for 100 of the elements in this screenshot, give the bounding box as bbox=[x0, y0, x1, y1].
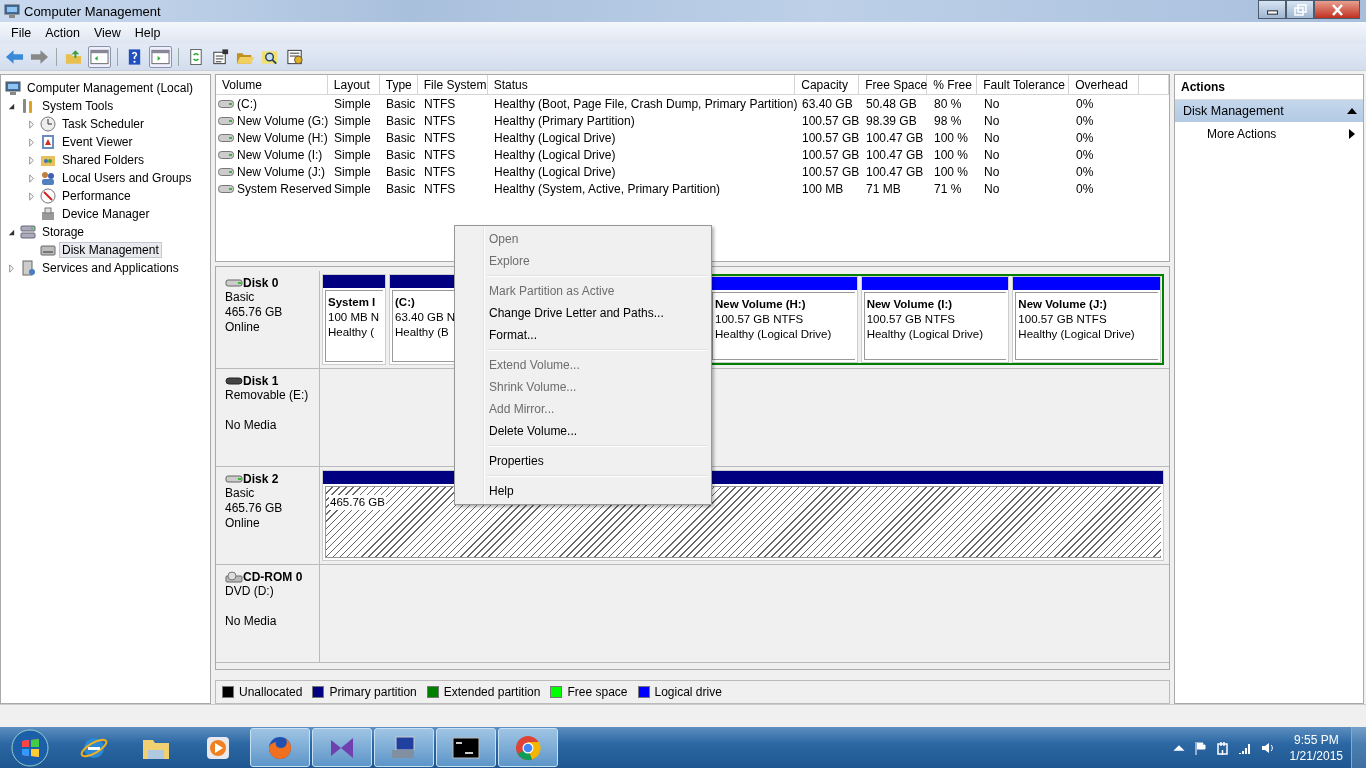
tree-item[interactable]: Performance bbox=[59, 188, 134, 204]
table-cell-text: 98 % bbox=[933, 113, 963, 128]
disk-status: Online bbox=[225, 320, 261, 335]
legend-label: Unallocated bbox=[239, 685, 303, 699]
column-header[interactable]: Type bbox=[379, 75, 418, 94]
clock-time[interactable]: 9:55 PM bbox=[1293, 731, 1339, 748]
tree-item[interactable]: System Tools bbox=[39, 98, 117, 114]
disk-name: CD-ROM 0 bbox=[243, 570, 303, 584]
table-cell-text: No bbox=[983, 147, 1001, 162]
partition-text: Healthy (B bbox=[395, 325, 449, 340]
column-header[interactable]: Layout bbox=[327, 75, 380, 94]
menu-item[interactable]: Help bbox=[457, 480, 709, 502]
menu-item[interactable]: Properties bbox=[457, 450, 709, 472]
table-cell-text: NTFS bbox=[423, 181, 457, 196]
column-header[interactable]: Status bbox=[487, 75, 796, 94]
partition-text: (C:) bbox=[395, 295, 415, 310]
tree-item[interactable]: Services and Applications bbox=[39, 260, 182, 276]
table-cell-text: 0% bbox=[1075, 96, 1095, 111]
table-cell-text: Simple bbox=[333, 181, 372, 196]
table-cell-text: 100.47 GB bbox=[865, 164, 925, 179]
disk-size: 465.76 GB bbox=[225, 305, 284, 320]
menu-item[interactable]: File bbox=[4, 26, 39, 40]
tree-item[interactable]: Storage bbox=[39, 224, 88, 240]
disk-size: 465.76 GB bbox=[225, 501, 284, 516]
tree-item[interactable]: Local Users and Groups bbox=[59, 170, 195, 186]
partition-text: Healthy (Logical Drive) bbox=[866, 327, 983, 342]
table-cell-text: No bbox=[983, 96, 1001, 111]
table-cell-text: 100 % bbox=[933, 164, 970, 179]
more-actions-link[interactable]: More Actions bbox=[1207, 127, 1277, 141]
partition[interactable]: New Volume (I:) 100.57 GB NTFS Healthy (Logical Drive) bbox=[860, 276, 1010, 363]
column-header[interactable]: Capacity bbox=[795, 75, 860, 94]
tree-item[interactable]: Device Manager bbox=[59, 206, 153, 222]
menu-item[interactable]: View bbox=[86, 26, 128, 40]
partition-text: New Volume (H:) bbox=[715, 297, 806, 312]
partition-text: Healthy ( bbox=[328, 325, 375, 340]
menu-item[interactable]: Delete Volume... bbox=[457, 420, 709, 442]
legend-label: Logical drive bbox=[654, 685, 722, 699]
table-cell-text: 98.39 GB bbox=[865, 113, 918, 128]
partition[interactable]: New Volume (H:) 100.57 GB NTFS Healthy (Logical Drive) bbox=[709, 276, 858, 363]
table-cell: (C:) bbox=[237, 96, 257, 111]
menu-item[interactable]: Action bbox=[38, 26, 87, 40]
disk-type: DVD (D:) bbox=[225, 584, 275, 599]
table-cell-text: Healthy (System, Active, Primary Partition) bbox=[493, 181, 722, 196]
partition-text: 465.76 GB bbox=[329, 495, 386, 510]
table-cell: New Volume (G:) bbox=[237, 113, 329, 128]
column-header[interactable]: File System bbox=[417, 75, 488, 94]
actions-section-header[interactable]: Disk Management bbox=[1175, 100, 1363, 122]
clock-date[interactable]: 1/21/2015 bbox=[1289, 747, 1343, 764]
table-cell-text: 100 % bbox=[933, 147, 970, 162]
table-cell-text: 0% bbox=[1075, 130, 1095, 145]
partition[interactable]: System I 100 MB N Healthy ( bbox=[322, 274, 386, 365]
column-header[interactable]: Volume bbox=[216, 75, 328, 94]
partition-text: New Volume (I:) bbox=[866, 297, 953, 312]
table-cell-text: 100.57 GB bbox=[801, 164, 860, 179]
column-header[interactable]: Overhead bbox=[1069, 75, 1140, 94]
menu-item[interactable]: Change Drive Letter and Paths... bbox=[457, 302, 709, 324]
column-header[interactable]: Free Space bbox=[859, 75, 928, 94]
tree-item[interactable]: Task Scheduler bbox=[59, 116, 148, 132]
table-cell-text: Simple bbox=[333, 113, 372, 128]
table-cell-text: Healthy (Primary Partition) bbox=[493, 113, 636, 128]
table-cell-text: 71 % bbox=[933, 181, 963, 196]
tree-item[interactable]: Disk Management bbox=[59, 242, 162, 258]
column-header[interactable]: Fault Tolerance bbox=[977, 75, 1070, 94]
partition-text: System I bbox=[328, 295, 376, 310]
partition-text: Healthy (Logical Drive) bbox=[715, 327, 832, 342]
table-cell-text: Healthy (Boot, Page File, Crash Dump, Primary Partition) bbox=[493, 96, 796, 111]
partition-text: New Volume (J:) bbox=[1018, 297, 1107, 312]
table-cell-text: Healthy (Logical Drive) bbox=[493, 147, 617, 162]
legend-label: Free space bbox=[567, 685, 628, 699]
table-cell-text: No bbox=[983, 113, 1001, 128]
table-cell-text: 100.47 GB bbox=[865, 130, 925, 145]
disk-status: No Media bbox=[225, 614, 278, 629]
disk-name: Disk 0 bbox=[243, 276, 279, 290]
table-cell-text: 50.48 GB bbox=[865, 96, 918, 111]
tree-item[interactable]: Computer Management (Local) bbox=[24, 80, 197, 96]
table-cell-text: Simple bbox=[333, 147, 372, 162]
disk-name: Disk 1 bbox=[243, 374, 279, 388]
tree-item[interactable]: Event Viewer bbox=[59, 134, 136, 150]
table-cell-text: Simple bbox=[333, 96, 372, 111]
table-cell-text: Healthy (Logical Drive) bbox=[493, 164, 617, 179]
table-cell-text: Simple bbox=[333, 164, 372, 179]
partition-text: 100.57 GB NTFS bbox=[866, 312, 955, 327]
table-cell: System Reserved bbox=[237, 181, 332, 196]
disk-status: Online bbox=[225, 516, 261, 531]
table-cell-text: No bbox=[983, 164, 1001, 179]
disk-type: Basic bbox=[225, 290, 256, 305]
table-cell-text: NTFS bbox=[423, 164, 457, 179]
table-cell: New Volume (H:) bbox=[237, 130, 328, 145]
table-cell-text: 100.57 GB bbox=[801, 113, 860, 128]
table-cell-text: 80 % bbox=[933, 96, 963, 111]
menu-item[interactable]: Help bbox=[127, 26, 168, 40]
partition[interactable]: New Volume (J:) 100.57 GB NTFS Healthy (Logical Drive) bbox=[1012, 276, 1161, 363]
table-cell: New Volume (J:) bbox=[237, 164, 326, 179]
disk-type: Basic bbox=[225, 486, 256, 501]
table-cell-text: 0% bbox=[1075, 147, 1095, 162]
tree-item[interactable]: Shared Folders bbox=[59, 152, 148, 168]
partition-text: Healthy (Logical Drive) bbox=[1018, 327, 1135, 342]
table-cell-text: Basic bbox=[385, 164, 417, 179]
menu-item[interactable]: Format... bbox=[457, 324, 709, 346]
column-header[interactable]: % Free bbox=[927, 75, 978, 94]
